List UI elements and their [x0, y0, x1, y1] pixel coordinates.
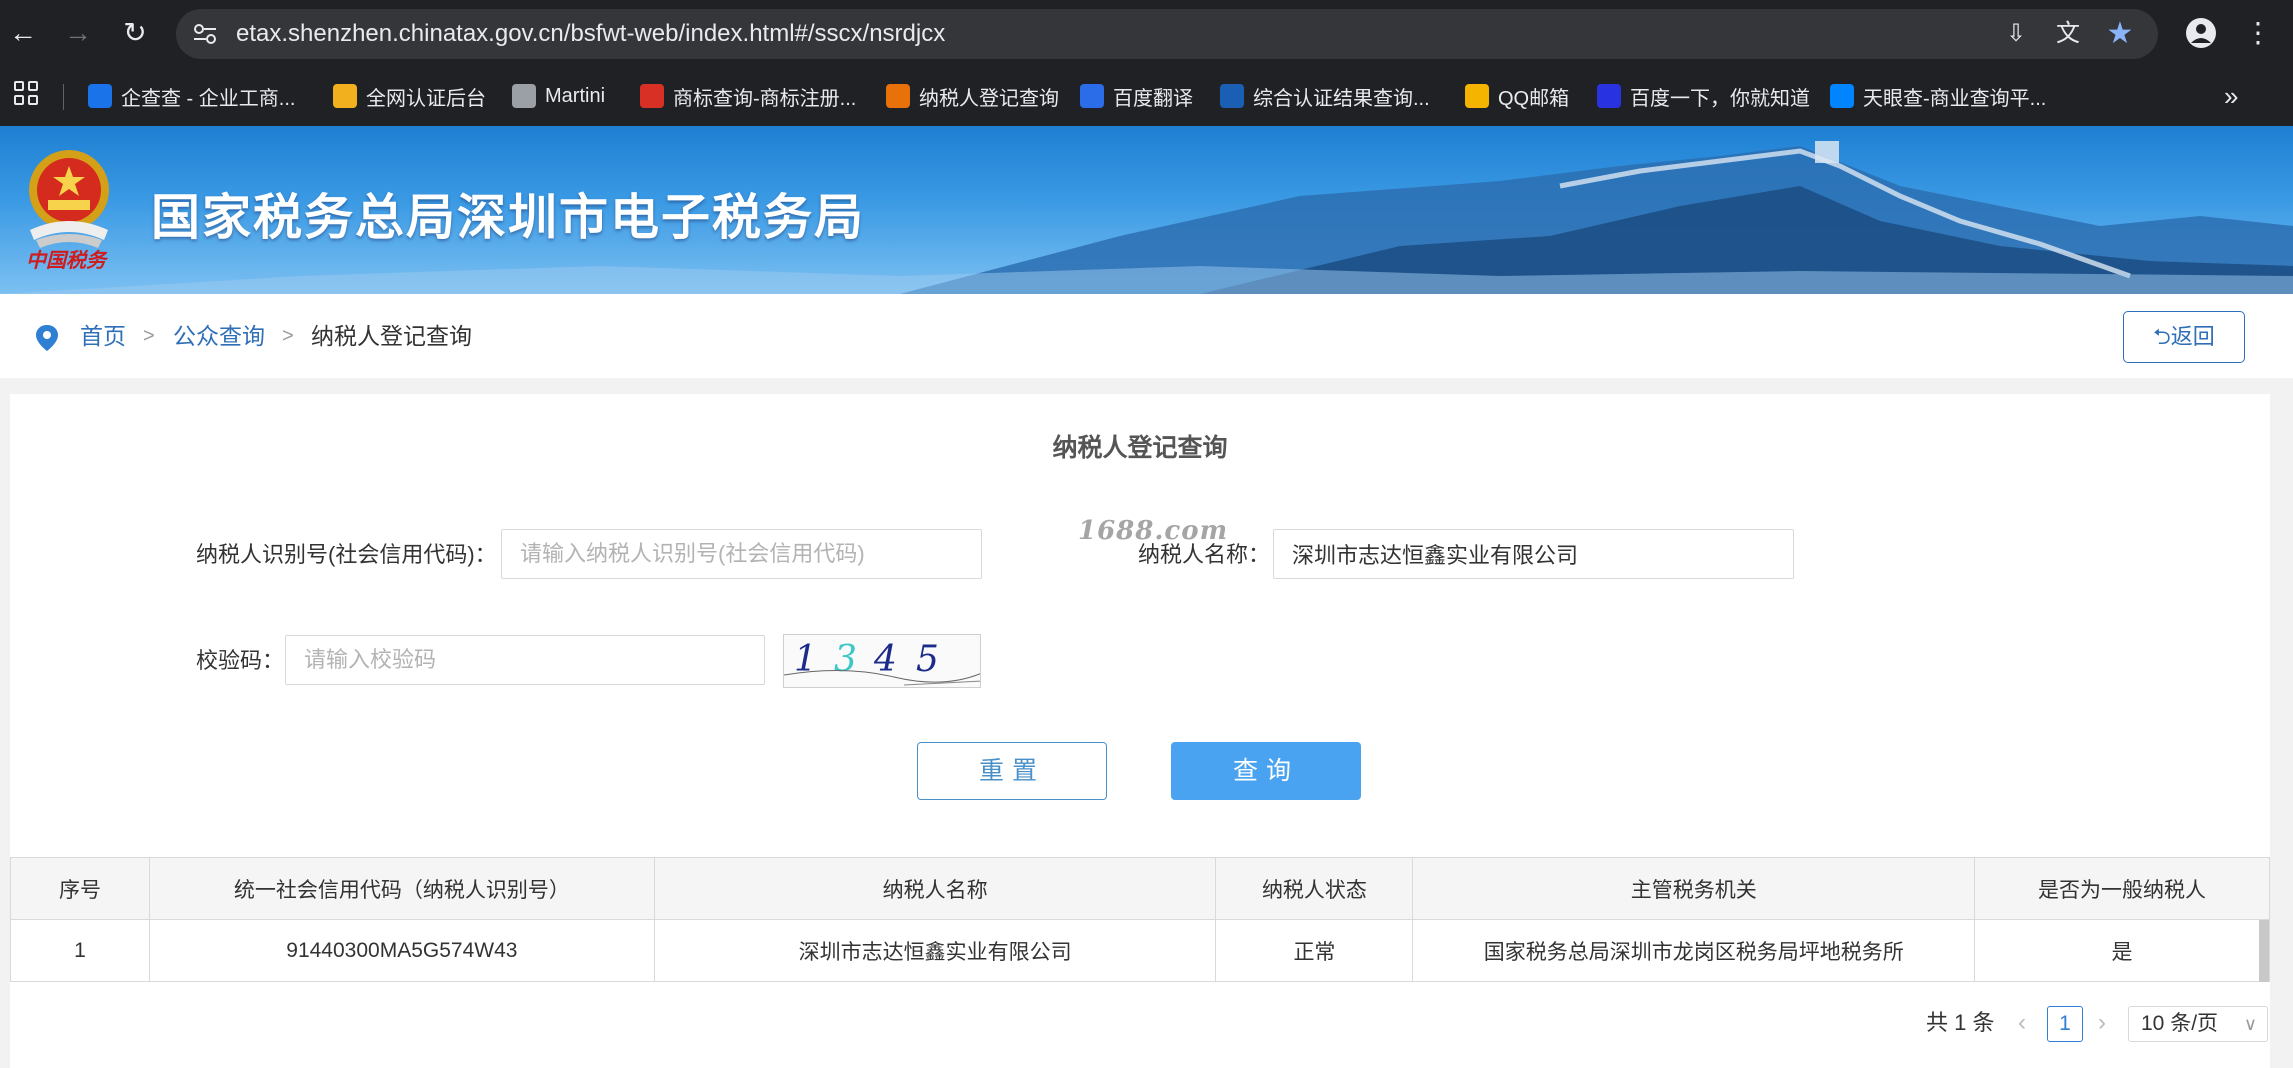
prev-page-icon[interactable]: ‹	[2018, 1006, 2026, 1040]
captcha-label: 校验码：	[196, 648, 285, 673]
bookmark-label: 综合认证结果查询...	[1253, 87, 1430, 110]
translate-icon[interactable]: 文	[2054, 20, 2082, 48]
chevron-down-icon: ∨	[2243, 1014, 2257, 1034]
bookmark-item[interactable]: 综合认证结果查询...	[1220, 77, 1430, 115]
cert-icon	[1220, 84, 1244, 108]
trademark-icon	[640, 84, 664, 108]
bookmark-item[interactable]: 百度一下，你就知道	[1597, 77, 1810, 115]
page-size-value: 10 条/页	[2141, 1012, 2219, 1035]
seal-text: 中国税务	[26, 250, 106, 272]
table-cell: 1	[10, 919, 150, 982]
bookmark-item[interactable]: 天眼查-商业查询平...	[1830, 77, 2046, 115]
table-cell: 91440300MA5G574W43	[148, 919, 655, 982]
location-pin-icon	[36, 325, 58, 351]
breadcrumb-separator: >	[282, 325, 294, 347]
taxpayer-id-label: 纳税人识别号(社会信用代码)：	[196, 542, 497, 567]
reload-icon[interactable]: ↻	[118, 16, 152, 50]
qcc-icon	[88, 84, 112, 108]
qqmail-icon	[1465, 84, 1489, 108]
table-row[interactable]: 1 91440300MA5G574W43 深圳市志达恒鑫实业有限公司 正常 国家…	[10, 919, 2270, 982]
more-bookmarks-icon[interactable]: »	[2224, 77, 2238, 115]
bookmark-item[interactable]: 企查查 - 企业工商...	[88, 77, 295, 115]
taxpayer-name-input[interactable]	[1273, 529, 1794, 579]
breadcrumb-home[interactable]: 首页	[80, 321, 126, 351]
back-button-label: 返回	[2170, 324, 2215, 349]
bookmark-label: 纳税人登记查询	[919, 87, 1059, 110]
bookmark-item[interactable]: QQ邮箱	[1465, 77, 1569, 115]
back-arrow-icon[interactable]: ←	[6, 16, 40, 50]
table-scrollbar[interactable]	[2259, 920, 2269, 982]
globe-icon	[512, 84, 536, 108]
undo-icon: ⮌	[2153, 324, 2171, 349]
apps-grid-icon[interactable]	[14, 81, 38, 105]
bookmarks-divider	[63, 84, 64, 110]
site-info-icon[interactable]	[192, 21, 218, 47]
captcha-noise	[784, 669, 980, 686]
bookmark-label: QQ邮箱	[1498, 87, 1570, 110]
column-header: 纳税人名称	[653, 857, 1217, 920]
results-table: 序号 统一社会信用代码（纳税人识别号） 纳税人名称 纳税人状态 主管税务机关 是…	[10, 857, 2270, 982]
bookmark-label: 企查查 - 企业工商...	[121, 87, 296, 110]
bookmark-item[interactable]: 百度翻译	[1080, 77, 1193, 115]
bookmark-label: 商标查询-商标注册...	[673, 87, 857, 110]
bookmark-label: 全网认证后台	[366, 87, 486, 110]
captcha-image[interactable]: 1 3 4 5	[783, 634, 981, 688]
breadcrumb-separator: >	[143, 325, 155, 347]
install-app-icon[interactable]: ⇩	[2002, 20, 2030, 48]
page-title: 纳税人登记查询	[1052, 434, 1228, 462]
table-header-row: 序号 统一社会信用代码（纳税人识别号） 纳税人名称 纳税人状态 主管税务机关 是…	[10, 857, 2270, 920]
next-page-icon[interactable]: ›	[2098, 1006, 2106, 1040]
auth-icon	[333, 84, 357, 108]
taxpayer-name-label: 纳税人名称：	[1138, 542, 1271, 567]
column-header: 主管税务机关	[1412, 857, 1976, 920]
url-text[interactable]: etax.shenzhen.chinatax.gov.cn/bsfwt-web/…	[236, 9, 945, 59]
profile-avatar-icon[interactable]	[2184, 16, 2218, 50]
table-cell: 正常	[1215, 919, 1414, 982]
table-cell: 深圳市志达恒鑫实业有限公司	[653, 919, 1217, 982]
page-number-button[interactable]: 1	[2047, 1006, 2083, 1042]
bookmark-label: 天眼查-商业查询平...	[1863, 87, 2047, 110]
bookmark-label: Martini	[545, 84, 606, 107]
baidu-translate-icon	[1080, 84, 1104, 108]
query-button[interactable]: 查询	[1171, 742, 1361, 800]
browser-toolbar: ← → ↻ etax.shenzhen.chinatax.gov.cn/bsfw…	[0, 0, 2293, 67]
taxpayer-id-input[interactable]	[501, 529, 982, 579]
bookmark-item[interactable]: 商标查询-商标注册...	[640, 77, 856, 115]
column-header: 统一社会信用代码（纳税人识别号）	[148, 857, 655, 920]
column-header: 是否为一般纳税人	[1974, 857, 2270, 920]
bookmark-label: 百度翻译	[1113, 87, 1193, 110]
column-header: 序号	[10, 857, 150, 920]
reset-button[interactable]: 重置	[917, 742, 1107, 800]
table-cell: 国家税务总局深圳市龙岗区税务局坪地税务所	[1412, 919, 1976, 982]
site-banner: 中国税务 国家税务总局深圳市电子税务局	[0, 126, 2293, 294]
query-panel: 纳税人登记查询 纳税人识别号(社会信用代码)： 1688.com 纳税人名称： …	[10, 394, 2270, 1068]
baidu-icon	[1597, 84, 1621, 108]
pagination-total: 共 1 条	[1926, 1010, 1995, 1035]
bookmark-item[interactable]: 纳税人登记查询	[886, 77, 1059, 115]
address-bar[interactable]: etax.shenzhen.chinatax.gov.cn/bsfwt-web/…	[176, 9, 2158, 59]
back-button[interactable]: ⮌返回	[2123, 311, 2245, 363]
breadcrumb-current: 纳税人登记查询	[311, 323, 472, 349]
tianyancha-icon	[1830, 84, 1854, 108]
bookmark-item[interactable]: Martini	[512, 77, 605, 115]
captcha-input[interactable]	[285, 635, 765, 685]
table-cell: 是	[1974, 919, 2270, 982]
breadcrumb: 首页 > 公众查询 > 纳税人登记查询 ⮌返回	[0, 294, 2293, 378]
bookmark-label: 百度一下，你就知道	[1630, 87, 1810, 110]
site-title: 国家税务总局深圳市电子税务局	[151, 189, 866, 246]
tax-icon	[886, 84, 910, 108]
breadcrumb-public-query[interactable]: 公众查询	[173, 321, 265, 351]
bookmark-star-icon[interactable]: ★	[2106, 19, 2134, 49]
bookmark-item[interactable]: 全网认证后台	[333, 77, 486, 115]
column-header: 纳税人状态	[1215, 857, 1414, 920]
browser-menu-icon[interactable]: ⋮	[2241, 16, 2275, 50]
page-size-select[interactable]: 10 条/页 ∨	[2128, 1006, 2268, 1042]
forward-arrow-icon[interactable]: →	[61, 16, 95, 50]
